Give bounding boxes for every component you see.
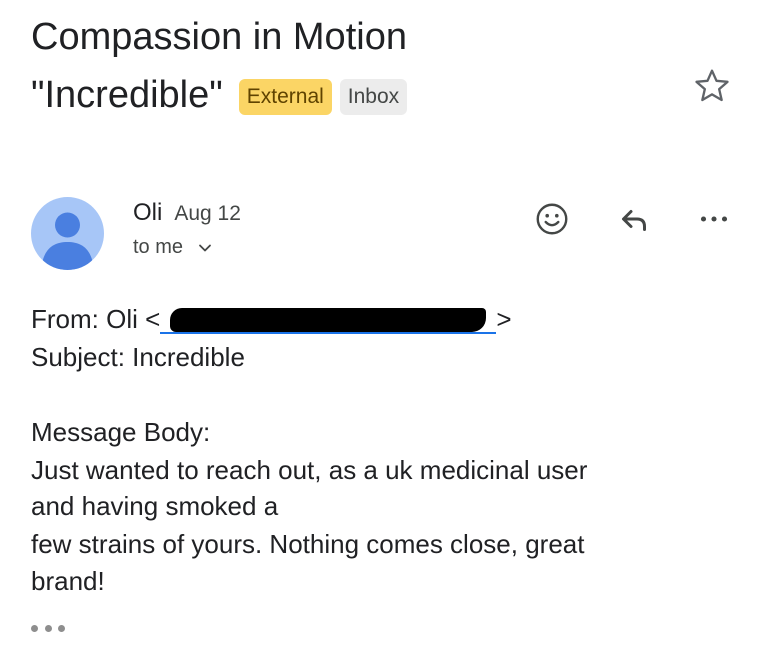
show-trimmed-content-button[interactable] xyxy=(31,618,65,638)
trimmed-dot xyxy=(44,624,52,632)
sent-date: Aug 12 xyxy=(174,202,241,225)
message-body-line-3: few strains of yours. Nothing comes clos… xyxy=(31,529,585,559)
recipient-label: to me xyxy=(133,236,184,258)
star-button[interactable] xyxy=(692,66,732,106)
sender-row: Oli Aug 12 xyxy=(133,199,241,227)
email-subject-line-1: Compassion in Motion xyxy=(31,16,407,58)
message-body-line-1: Just wanted to reach out, as a uk medici… xyxy=(31,455,588,485)
email-subject-line-2: "Incredible" External Inbox xyxy=(31,72,408,118)
inbox-label-badge[interactable]: Inbox xyxy=(339,79,408,115)
star-icon xyxy=(695,69,729,102)
body-subject-line: Subject: Incredible xyxy=(31,342,245,372)
email-subject-text: "Incredible" xyxy=(31,74,223,116)
avatar[interactable] xyxy=(31,197,104,270)
message-body-line-4: brand! xyxy=(31,566,105,596)
message-body-line-2: and having smoked a xyxy=(31,491,279,521)
reply-icon xyxy=(622,210,646,231)
person-icon xyxy=(41,212,94,270)
from-close-bracket: > xyxy=(496,304,512,334)
trimmed-dot xyxy=(31,624,38,632)
link-underline xyxy=(160,332,497,335)
from-label: From: Oli xyxy=(31,304,138,334)
chevron-down-icon[interactable] xyxy=(197,240,213,256)
redaction-bar xyxy=(170,308,487,333)
message-body-label: Message Body: xyxy=(31,417,211,447)
body-from-line: From: Oli < > xyxy=(31,300,512,338)
smiley-icon xyxy=(536,203,568,235)
redacted-email-link[interactable] xyxy=(160,306,497,336)
emoji-reaction-button[interactable] xyxy=(532,199,572,239)
reply-button[interactable] xyxy=(614,199,654,239)
recipient-row[interactable]: to me xyxy=(133,236,213,259)
from-open-bracket: < xyxy=(145,304,161,334)
more-options-button[interactable] xyxy=(694,199,734,239)
external-label-badge[interactable]: External xyxy=(238,79,332,115)
sender-name[interactable]: Oli xyxy=(133,199,162,227)
trimmed-dot xyxy=(58,624,65,632)
more-horizontal-icon xyxy=(700,216,728,222)
